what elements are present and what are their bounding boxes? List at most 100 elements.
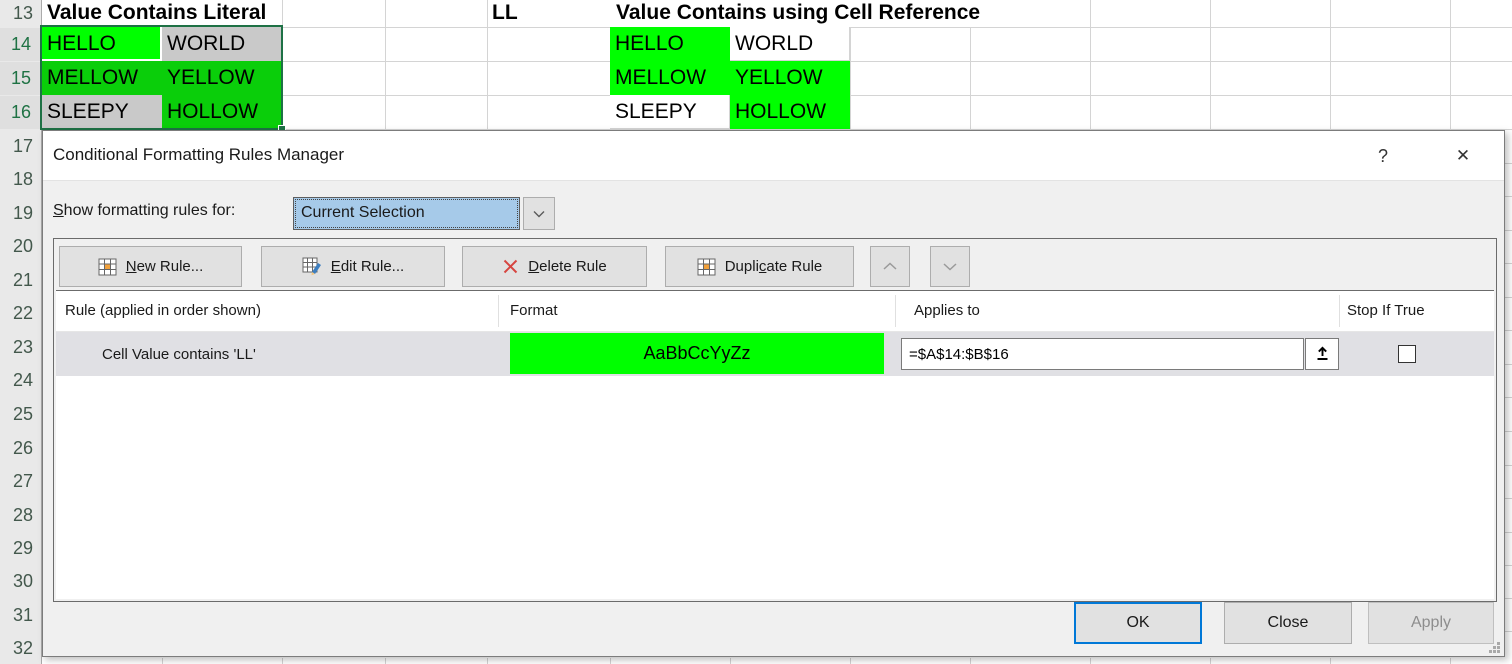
show-rules-for-combobox[interactable]: Current Selection [293, 197, 555, 230]
row-header-15[interactable]: 15 [0, 62, 42, 95]
move-rule-up-button[interactable] [870, 246, 910, 287]
row-header-19[interactable]: 19 [0, 196, 42, 230]
new-rule-label: New Rule... [126, 258, 204, 275]
help-button[interactable]: ? [1361, 131, 1405, 181]
row-header-30[interactable]: 30 [0, 565, 42, 598]
cell-G15[interactable]: YELLOW [730, 61, 850, 95]
table-grid-icon [98, 258, 117, 276]
collapse-dialog-button[interactable] [1305, 338, 1339, 370]
applies-to-input[interactable] [901, 338, 1304, 370]
gridline [282, 658, 283, 664]
resize-grip-icon [1489, 642, 1501, 654]
gridline [1504, 397, 1512, 398]
gridline [1504, 196, 1512, 197]
gridline [1090, 0, 1091, 129]
cell-A16[interactable]: SLEEPY [42, 95, 162, 129]
combobox-dropdown-button[interactable] [523, 197, 555, 230]
rule-description: Cell Value contains 'LL' [102, 332, 256, 376]
gridline [162, 658, 163, 664]
resize-grip[interactable] [1489, 641, 1501, 653]
rule-format-preview: AaBbCcYyZz [510, 333, 884, 374]
edit-rule-button[interactable]: Edit Rule... [261, 246, 445, 287]
label-accelerator: S [53, 202, 64, 219]
cell-F16[interactable]: SLEEPY [610, 95, 730, 129]
gridline [1504, 297, 1512, 298]
delete-rule-button[interactable]: Delete Rule [462, 246, 647, 287]
cell-B15[interactable]: YELLOW [162, 61, 282, 95]
row-header-18[interactable]: 18 [0, 163, 42, 196]
rules-list: Rule (applied in order shown) Format App… [56, 290, 1494, 599]
gridline [1210, 658, 1211, 664]
row-header-28[interactable]: 28 [0, 498, 42, 532]
row-header-23[interactable]: 23 [0, 330, 42, 364]
header-value-contains-cell-reference[interactable]: Value Contains using Cell Reference [616, 0, 980, 27]
cell-F15[interactable]: MELLOW [610, 61, 730, 95]
row-header-22[interactable]: 22 [0, 297, 42, 330]
gridline [1090, 658, 1091, 664]
column-separator [895, 295, 896, 327]
column-separator [498, 295, 499, 327]
header-value-contains-literal[interactable]: Value Contains Literal [47, 0, 266, 27]
gridline [487, 658, 488, 664]
gridline [970, 658, 971, 664]
label-rest: how formatting rules for: [64, 202, 236, 219]
row-header-25[interactable]: 25 [0, 397, 42, 431]
gridline [1504, 330, 1512, 331]
cell-B16[interactable]: HOLLOW [162, 95, 282, 129]
row-header-13[interactable]: 13 [0, 0, 42, 27]
gridline [282, 0, 283, 129]
conditional-formatting-rules-manager-dialog: Conditional Formatting Rules Manager ? ✕… [42, 130, 1505, 657]
row-header-27[interactable]: 27 [0, 465, 42, 498]
cell-G16[interactable]: HOLLOW [730, 95, 850, 129]
chevron-down-icon [533, 210, 545, 218]
cell-B14[interactable]: WORLD [162, 27, 282, 61]
row-header-14[interactable]: 14 [0, 28, 42, 61]
chevron-up-icon [883, 262, 897, 271]
column-separator [1339, 295, 1340, 327]
gridline [610, 658, 611, 664]
stop-if-true-checkbox[interactable] [1398, 345, 1416, 363]
cell-G14[interactable]: WORLD [730, 27, 850, 61]
dialog-titlebar[interactable]: Conditional Formatting Rules Manager ? ✕ [43, 131, 1504, 181]
table-pencil-icon [302, 257, 322, 276]
column-header-applies-to: Applies to [914, 291, 980, 331]
edit-rule-label: Edit Rule... [331, 258, 404, 275]
row-header-26[interactable]: 26 [0, 431, 42, 465]
new-rule-button[interactable]: New Rule... [59, 246, 242, 287]
red-x-icon [502, 258, 519, 275]
gridline [850, 658, 851, 664]
gridline [1450, 658, 1451, 664]
gridline [1504, 431, 1512, 432]
gridline [1504, 631, 1512, 632]
cell-F14[interactable]: HELLO [610, 27, 730, 61]
duplicate-rule-button[interactable]: Duplicate Rule [665, 246, 854, 287]
column-header-stop-if-true: Stop If True [1347, 291, 1425, 331]
row-header-20[interactable]: 20 [0, 230, 42, 263]
row-header-16[interactable]: 16 [0, 96, 42, 129]
row-header-17[interactable]: 17 [0, 129, 42, 163]
gridline [1504, 364, 1512, 365]
apply-button[interactable]: Apply [1368, 602, 1494, 644]
gridline [1504, 230, 1512, 231]
cell-A14[interactable]: HELLO [42, 27, 162, 61]
cell-A15[interactable]: MELLOW [42, 61, 162, 95]
dialog-title: Conditional Formatting Rules Manager [53, 145, 344, 165]
gridline [385, 658, 386, 664]
gridline [385, 0, 386, 129]
show-formatting-rules-label: Show formatting rules for: [53, 202, 235, 220]
row-header-24[interactable]: 24 [0, 364, 42, 397]
move-rule-down-button[interactable] [930, 246, 970, 287]
dialog-close-button[interactable]: ✕ [1441, 131, 1485, 181]
ok-button[interactable]: OK [1074, 602, 1202, 644]
header-ll[interactable]: LL [492, 0, 518, 27]
excel-window: 13 14 15 16 17 18 19 20 21 22 23 24 25 2… [0, 0, 1512, 664]
row-header-21[interactable]: 21 [0, 263, 42, 297]
row-header-31[interactable]: 31 [0, 598, 42, 632]
combobox-selected-value[interactable]: Current Selection [293, 197, 520, 230]
chevron-down-icon [943, 262, 957, 271]
row-header-29[interactable]: 29 [0, 532, 42, 565]
close-button[interactable]: Close [1224, 602, 1352, 644]
column-header-rule: Rule (applied in order shown) [65, 291, 261, 331]
rule-row[interactable]: Cell Value contains 'LL' AaBbCcYyZz [56, 332, 1494, 376]
row-header-32[interactable]: 32 [0, 632, 42, 664]
